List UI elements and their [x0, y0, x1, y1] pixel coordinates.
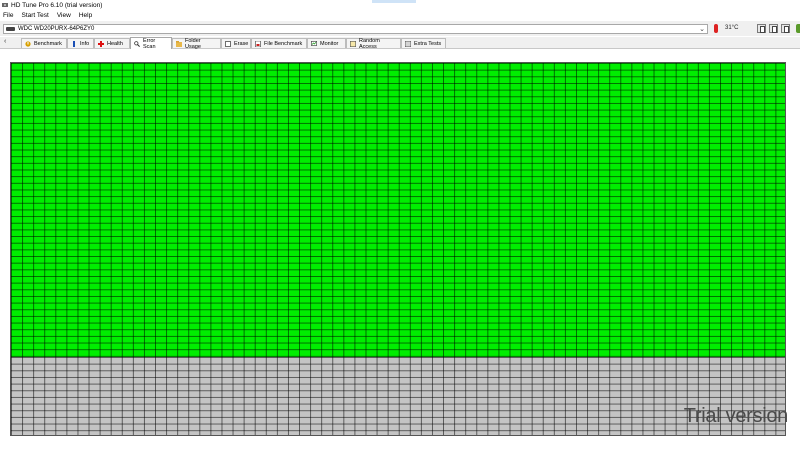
tab-extra-tests[interactable]: Extra Tests — [401, 38, 446, 48]
tab-monitor[interactable]: Monitor — [307, 38, 346, 48]
tab-label: File Benchmark — [264, 40, 303, 47]
menu-start-test[interactable]: Start Test — [17, 12, 52, 19]
unscanned-blocks — [11, 357, 785, 435]
drive-select[interactable]: WDC WD20PURX-64P6ZY0 ⌄ — [3, 24, 708, 34]
exit-icon[interactable] — [796, 24, 800, 33]
tab-label: Info — [80, 40, 90, 47]
tab-error-scan[interactable]: Error Scan — [130, 37, 172, 50]
tab-random-access[interactable]: Random Access — [346, 37, 401, 50]
extra-tests-icon — [405, 40, 412, 47]
file-benchmark-icon — [255, 40, 261, 47]
tab-label: Extra Tests — [414, 40, 442, 47]
info-icon — [71, 40, 77, 47]
tab-file-benchmark[interactable]: File Benchmark — [251, 38, 307, 48]
drive-select-value: WDC WD20PURX-64P6ZY0 — [18, 26, 95, 32]
tab-label: Folder Usage — [185, 37, 201, 50]
app-icon — [2, 2, 8, 8]
window-title: HD Tune Pro 6.10 (trial version) — [11, 1, 103, 9]
tab-erase[interactable]: Erase — [221, 38, 251, 48]
menu-view[interactable]: View — [53, 12, 75, 19]
error-scan-block-map — [10, 62, 786, 436]
copy-screenshot-button[interactable] — [769, 24, 778, 33]
random-access-icon — [350, 40, 357, 47]
tab-label: Random Access — [359, 37, 380, 50]
erase-icon — [225, 40, 231, 47]
magnifier-icon — [134, 40, 140, 47]
health-icon — [98, 40, 104, 47]
chevron-down-icon: ⌄ — [699, 26, 705, 33]
tab-label: Erase — [234, 40, 249, 47]
tab-info[interactable]: Info — [67, 38, 94, 48]
copy-text-button[interactable] — [757, 24, 766, 33]
tab-scroll-left-icon[interactable]: ‹ — [4, 38, 6, 45]
hard-drive-icon — [6, 27, 15, 31]
thermometer-icon — [714, 24, 718, 33]
title-bar: HD Tune Pro 6.10 (trial version) — [0, 0, 800, 10]
scanned-blocks-ok — [11, 63, 785, 357]
benchmark-icon — [25, 40, 31, 47]
device-toolbar: WDC WD20PURX-64P6ZY0 ⌄ 31°C — [0, 21, 800, 36]
tab-bar: ‹ Benchmark Info Health Error Scan Folde… — [0, 37, 800, 50]
save-screenshot-button[interactable] — [781, 24, 790, 33]
monitor-icon — [311, 40, 318, 47]
menu-help[interactable]: Help — [75, 12, 96, 19]
folder-icon — [176, 40, 182, 47]
trial-watermark: Trial version — [683, 405, 789, 427]
tab-label: Benchmark — [34, 40, 62, 47]
title-bar-highlight — [372, 0, 416, 3]
menu-file[interactable]: File — [0, 12, 17, 19]
menu-bar: File Start Test View Help — [0, 10, 800, 20]
tab-benchmark[interactable]: Benchmark — [21, 38, 67, 48]
temperature-readout: 31°C — [725, 25, 739, 31]
tab-label: Monitor — [320, 40, 339, 47]
tab-label: Health — [107, 40, 123, 47]
tab-label: Error Scan — [143, 37, 156, 50]
tab-folder-usage[interactable]: Folder Usage — [172, 37, 221, 50]
tab-health[interactable]: Health — [94, 38, 130, 48]
